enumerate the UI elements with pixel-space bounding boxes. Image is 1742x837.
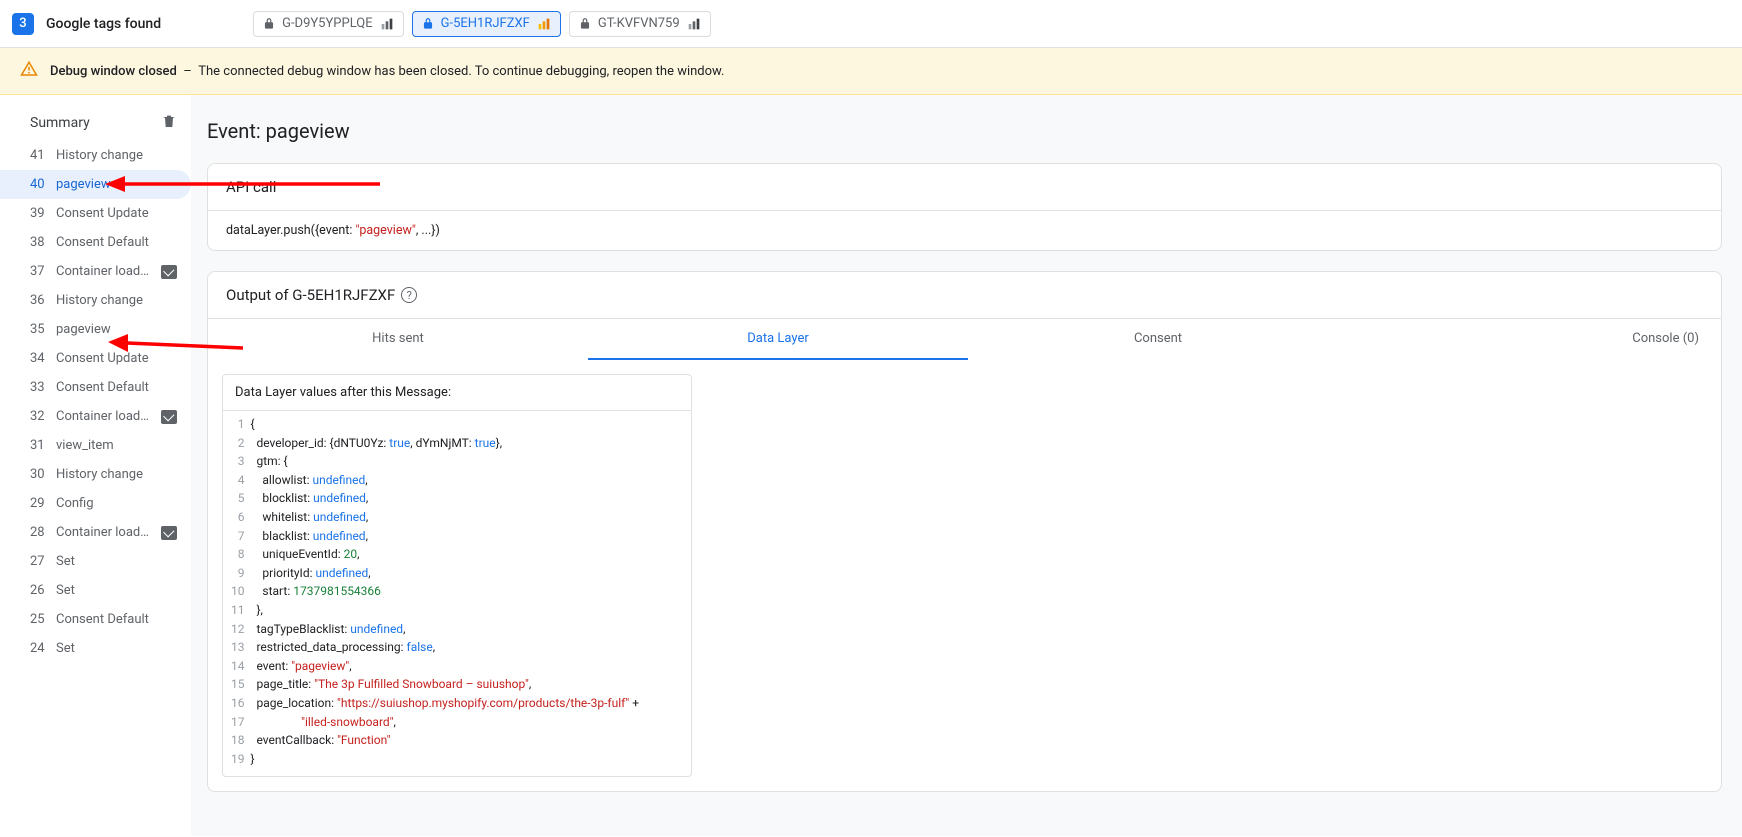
event-label: view_item xyxy=(56,438,177,453)
tag-chip[interactable]: G-5EH1RJFZXF xyxy=(412,11,561,37)
analytics-icon xyxy=(686,16,702,32)
analytics-icon xyxy=(379,16,395,32)
event-label: Consent Default xyxy=(56,612,177,627)
output-tab[interactable]: Data Layer xyxy=(588,319,968,360)
event-label: Consent Update xyxy=(56,206,177,221)
event-item[interactable]: 38 Consent Default xyxy=(0,228,191,257)
help-icon[interactable]: ? xyxy=(401,287,417,303)
clear-icon[interactable] xyxy=(161,113,177,133)
event-item[interactable]: 28 Container loaded xyxy=(0,518,191,547)
event-number: 31 xyxy=(30,438,48,453)
analytics-icon xyxy=(536,16,552,32)
topbar-title: Google tags found xyxy=(46,16,161,32)
event-item[interactable]: 39 Consent Update xyxy=(0,199,191,228)
event-number: 36 xyxy=(30,293,48,308)
topbar: 3 Google tags found G-D9Y5YPPLQE G-5EH1RJ… xyxy=(0,0,1742,48)
lock-icon xyxy=(262,17,276,31)
event-number: 26 xyxy=(30,583,48,598)
event-item[interactable]: 24 Set xyxy=(0,634,191,663)
tag-chip[interactable]: G-D9Y5YPPLQE xyxy=(253,11,404,37)
event-number: 28 xyxy=(30,525,48,540)
alert-sep: – xyxy=(183,64,192,79)
event-label: History change xyxy=(56,467,177,482)
event-number: 41 xyxy=(30,148,48,163)
event-number: 37 xyxy=(30,264,48,279)
datalayer-title: Data Layer values after this Message: xyxy=(223,375,691,411)
output-tab[interactable]: Console (0) xyxy=(1348,319,1721,360)
event-item[interactable]: 35 pageview xyxy=(0,315,191,344)
sidebar: Summary 41 History change 40 pageview 39 Cons… xyxy=(0,95,191,836)
event-list: 41 History change 40 pageview 39 Consent Upda… xyxy=(0,141,191,663)
gtm-icon xyxy=(161,410,177,424)
output-panel: Output of G-5EH1RJFZXF ? Hits sentData L… xyxy=(207,271,1722,792)
tag-chip-label: G-5EH1RJFZXF xyxy=(441,16,530,31)
event-number: 40 xyxy=(30,177,48,192)
event-label: Consent Update xyxy=(56,351,177,366)
event-item[interactable]: 41 History change xyxy=(0,141,191,170)
event-label: History change xyxy=(56,293,177,308)
event-number: 34 xyxy=(30,351,48,366)
event-number: 32 xyxy=(30,409,48,424)
datalayer-codebox: Data Layer values after this Message: 12… xyxy=(222,374,692,777)
api-call-panel: API call dataLayer.push({event: "pagevie… xyxy=(207,163,1722,251)
event-label: History change xyxy=(56,148,177,163)
api-call-code: dataLayer.push({event: "pageview", ...}) xyxy=(208,211,1721,250)
event-item[interactable]: 32 Container loaded xyxy=(0,402,191,431)
output-tab[interactable]: Consent xyxy=(968,319,1348,360)
event-item[interactable]: 30 History change xyxy=(0,460,191,489)
sidebar-heading: Summary xyxy=(30,115,90,131)
event-number: 27 xyxy=(30,554,48,569)
event-item[interactable]: 36 History change xyxy=(0,286,191,315)
tag-count-badge: 3 xyxy=(12,13,34,35)
page-title: Event: pageview xyxy=(207,119,1722,143)
alert-title: Debug window closed xyxy=(50,64,177,79)
lock-icon xyxy=(421,17,435,31)
event-item[interactable]: 25 Consent Default xyxy=(0,605,191,634)
event-item[interactable]: 27 Set xyxy=(0,547,191,576)
event-label: Set xyxy=(56,554,177,569)
event-item[interactable]: 31 view_item xyxy=(0,431,191,460)
event-number: 30 xyxy=(30,467,48,482)
event-label: Set xyxy=(56,583,177,598)
event-number: 24 xyxy=(30,641,48,656)
tag-chip-label: GT-KVFVN759 xyxy=(598,16,680,31)
output-tabs: Hits sentData LayerConsentConsole (0) xyxy=(208,319,1721,360)
content: Event: pageview API call dataLayer.push(… xyxy=(191,95,1742,836)
tag-chips: G-D9Y5YPPLQE G-5EH1RJFZXF GT-KVFVN759 xyxy=(253,11,711,37)
output-heading: Output of G-5EH1RJFZXF xyxy=(226,286,395,304)
event-item[interactable]: 26 Set xyxy=(0,576,191,605)
api-call-heading: API call xyxy=(208,164,1721,211)
datalayer-body: 12345678910111213141516171819 { develope… xyxy=(223,411,691,776)
event-number: 35 xyxy=(30,322,48,337)
event-label: Container loaded xyxy=(56,409,153,424)
alert-body: The connected debug window has been clos… xyxy=(198,64,724,79)
event-number: 39 xyxy=(30,206,48,221)
event-label: Container loaded xyxy=(56,525,153,540)
event-label: Config xyxy=(56,496,177,511)
event-item[interactable]: 34 Consent Update xyxy=(0,344,191,373)
event-label: pageview xyxy=(56,177,177,192)
event-number: 29 xyxy=(30,496,48,511)
event-label: Container loaded xyxy=(56,264,153,279)
event-item[interactable]: 40 pageview xyxy=(0,170,191,199)
event-number: 33 xyxy=(30,380,48,395)
event-item[interactable]: 29 Config xyxy=(0,489,191,518)
event-number: 38 xyxy=(30,235,48,250)
event-label: pageview xyxy=(56,322,177,337)
lock-icon xyxy=(578,17,592,31)
event-label: Consent Default xyxy=(56,235,177,250)
event-item[interactable]: 37 Container loaded xyxy=(0,257,191,286)
warning-icon xyxy=(20,60,38,82)
alert-banner: Debug window closed – The connected debu… xyxy=(0,48,1742,95)
gtm-icon xyxy=(161,265,177,279)
gtm-icon xyxy=(161,526,177,540)
tag-chip[interactable]: GT-KVFVN759 xyxy=(569,11,711,37)
event-item[interactable]: 33 Consent Default xyxy=(0,373,191,402)
output-tab[interactable]: Hits sent xyxy=(208,319,588,360)
event-number: 25 xyxy=(30,612,48,627)
event-label: Consent Default xyxy=(56,380,177,395)
tag-chip-label: G-D9Y5YPPLQE xyxy=(282,16,373,31)
event-label: Set xyxy=(56,641,177,656)
